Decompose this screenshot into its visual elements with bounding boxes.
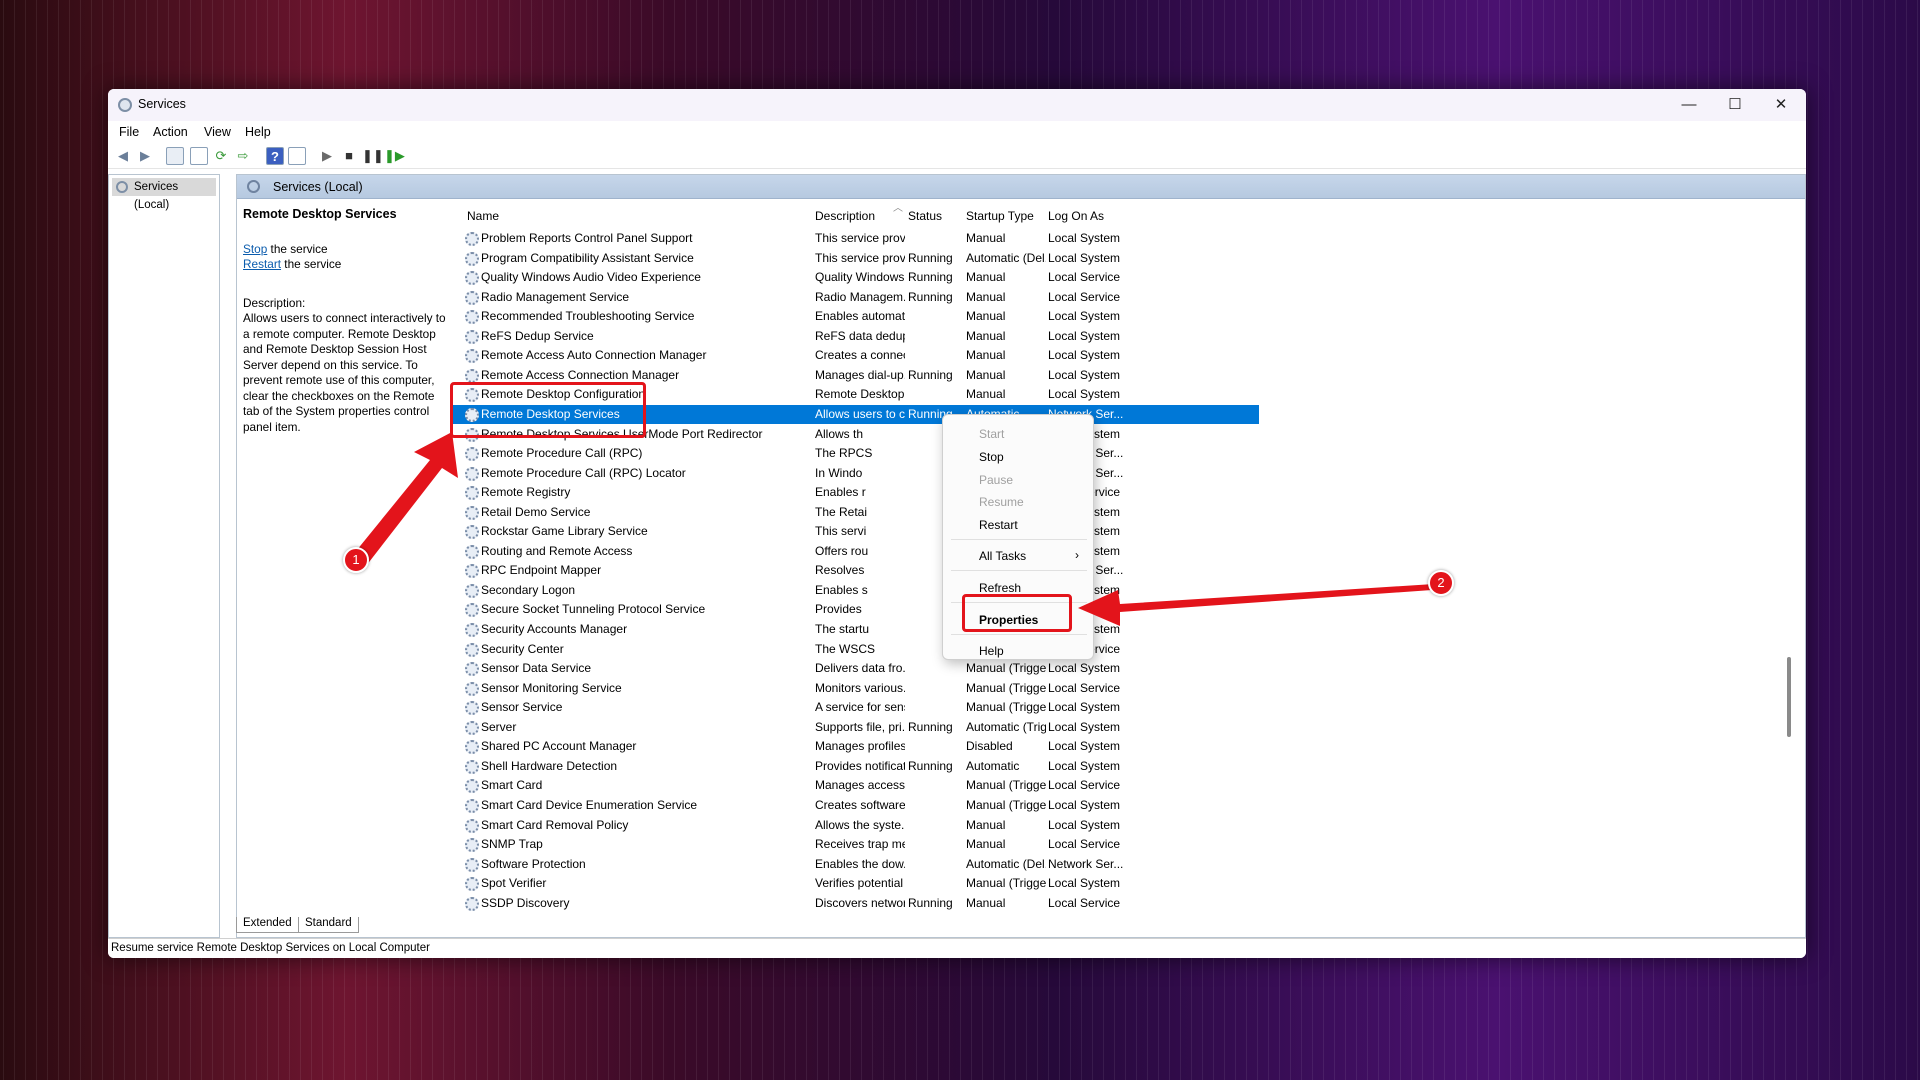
annotation-arrows xyxy=(352,432,1434,626)
annotation-arrow-2 xyxy=(1078,584,1434,626)
annotation-arrow-1 xyxy=(352,432,458,566)
annotation-badge-1: 1 xyxy=(343,547,369,573)
annotation-badge-2: 2 xyxy=(1428,570,1454,596)
